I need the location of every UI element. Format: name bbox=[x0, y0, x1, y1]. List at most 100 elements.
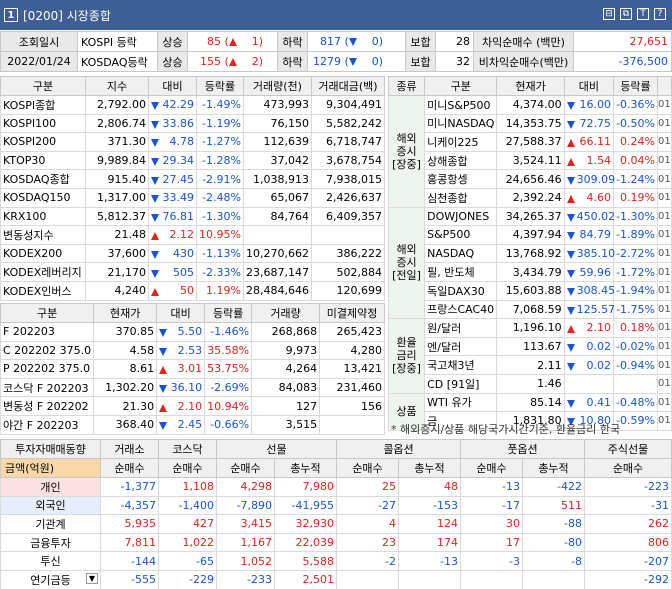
change-cell: 450.02 bbox=[563, 206, 615, 227]
investor-value: 5,588 bbox=[274, 551, 337, 571]
market-pct: -1.30% bbox=[613, 206, 658, 227]
col-header: 순매수 bbox=[336, 458, 399, 478]
table-row[interactable]: 기관계 5,935 427 3,415 32,930 4 124 30 -88 262 bbox=[0, 514, 672, 534]
investor-value: -3 bbox=[460, 551, 523, 571]
table-row[interactable]: 연기금등 ▼ -555 -229 -233 2,501 -292 bbox=[0, 569, 672, 589]
market-value: 1,196.10 bbox=[496, 318, 565, 338]
col-header: 투자자매매동향 bbox=[0, 439, 101, 459]
investor-value: -292 bbox=[584, 569, 672, 589]
col-header: 총누적 bbox=[522, 458, 585, 478]
edge-cell: 01 bbox=[657, 225, 672, 245]
table-row[interactable]: 환율 금리 [장중] 원/달러 1,196.10 2.10 0.18% 01 bbox=[387, 318, 672, 394]
change-cell: 84.79 bbox=[563, 225, 615, 245]
table-row[interactable]: 야간 F 202203 368.40 2.45 -0.66% 3,515 bbox=[0, 414, 385, 435]
future-oi: 231,460 bbox=[319, 377, 385, 398]
table-row[interactable]: S&P500 4,397.94 84.79 -1.89% 01 bbox=[389, 225, 672, 245]
table-row[interactable]: KODEX인버스 4,240 50 1.19% 28,484,646 120,699 bbox=[0, 280, 386, 301]
kosdaq-flat: 32 bbox=[435, 51, 474, 72]
table-row[interactable]: KOSPI200 371.30 4.78 -1.27% 112,639 6,718,747 bbox=[0, 132, 386, 152]
table-row[interactable]: 심천종합 2,392.24 4.60 0.19% 01 bbox=[389, 187, 672, 208]
table-row[interactable]: KRX100 5,812.37 76.81 -1.30% 84,764 6,409,357 bbox=[0, 206, 386, 227]
change-value: 309.09 bbox=[576, 172, 616, 186]
investor-value: -8 bbox=[522, 551, 585, 571]
future-pct: -0.66% bbox=[204, 414, 253, 435]
market-name: 원/달러 bbox=[424, 318, 498, 338]
index-pct: -1.19% bbox=[196, 113, 244, 134]
table-row[interactable]: 투신 -144 -65 1,052 5,588 -2 -13 -3 -8 -207 bbox=[0, 551, 672, 571]
investor-value: -88 bbox=[522, 514, 585, 534]
table-row[interactable]: C 202202 375.0 4.58 2.53 35.58% 9,973 4,280 bbox=[0, 340, 385, 361]
market-name: NASDAQ bbox=[424, 243, 498, 264]
future-oi bbox=[319, 414, 385, 435]
table-row[interactable]: 니케이225 27,588.37 66.11 0.24% 01 bbox=[389, 132, 672, 152]
down-label: 하락 bbox=[277, 31, 308, 52]
table-row[interactable]: KOSPI100 2,806.74 33.86 -1.19% 76,150 5,582,2… bbox=[0, 113, 386, 134]
investor-value: 23 bbox=[336, 532, 399, 553]
edge-cell: 01 bbox=[657, 206, 672, 227]
table-row[interactable]: 상품 WTI 유가 85.14 0.41 -0.48% 01 bbox=[387, 392, 672, 431]
market-value: 3,524.11 bbox=[496, 150, 565, 171]
table-row[interactable]: 변동성지수 21.48 2.12 10.95% bbox=[0, 225, 386, 245]
col-header: 구분 bbox=[0, 76, 86, 96]
edge-cell: 01 bbox=[657, 373, 672, 394]
table-row[interactable]: 상해종합 3,524.11 1.54 0.04% 01 bbox=[389, 150, 672, 171]
table-row[interactable]: 엔/달러 113.67 0.02 -0.02% 01 bbox=[389, 336, 672, 357]
investor-value bbox=[336, 569, 399, 589]
table-row[interactable]: KODEX200 37,600 430 -1.13% 10,270,662 386,222 bbox=[0, 243, 386, 264]
market-value: 34,265.37 bbox=[496, 206, 565, 227]
change-value: 50 bbox=[180, 284, 194, 298]
table-row[interactable]: 프랑스CAC40 7,068.59 125.57 -1.75% 01 bbox=[389, 299, 672, 320]
market-pct: -0.02% bbox=[613, 336, 658, 357]
arrow-up-icon bbox=[566, 195, 575, 204]
table-row[interactable]: 개인 -1,377 1,108 4,298 7,980 25 48 -13 -422 -223 bbox=[0, 477, 672, 497]
table-row[interactable]: 필, 반도체 3,434.79 59.96 -1.72% 01 bbox=[389, 262, 672, 282]
table-row[interactable]: KODEX레버리지 21,170 505 -2.33% 23,687,147 502,88… bbox=[0, 262, 386, 282]
dropdown-icon[interactable]: ▼ bbox=[85, 572, 98, 584]
investor-value: -41,955 bbox=[274, 495, 337, 516]
table-row[interactable]: F 202203 370.85 5.50 -1.46% 268,868 265,423 bbox=[0, 322, 385, 342]
table-row[interactable]: 해외 증시 [전일] DOWJONES 34,265.37 450.02 -1.30% 0… bbox=[387, 206, 672, 320]
change-value: 66.11 bbox=[579, 135, 612, 149]
col-header: 순매수 bbox=[460, 458, 523, 478]
future-volume: 84,083 bbox=[251, 377, 321, 398]
table-row[interactable]: CD [91일] 1.46 01 bbox=[389, 373, 672, 394]
help-icon[interactable]: ? bbox=[654, 8, 666, 20]
table-row[interactable]: 해외 증시 [장중] 미니S&P500 4,374.00 16.00 -0.36% 01 bbox=[387, 95, 672, 208]
market-value: 113.67 bbox=[496, 336, 565, 357]
text-icon[interactable]: T bbox=[637, 8, 649, 20]
change-value: 4.60 bbox=[586, 191, 612, 205]
table-row[interactable]: 홍콩항셍 24,656.46 309.09 -1.24% 01 bbox=[389, 169, 672, 189]
investor-value: 1,022 bbox=[158, 532, 217, 553]
arrow-down-icon bbox=[159, 329, 168, 338]
table-row[interactable]: KOSPI종합 2,792.00 42.29 -1.49% 473,993 9,304,4… bbox=[0, 95, 386, 115]
link-icon[interactable]: ⊟ bbox=[603, 8, 615, 20]
table-row[interactable]: 독일DAX30 15,603.88 308.45 -1.94% 01 bbox=[389, 280, 672, 301]
table-row[interactable]: P 202202 375.0 8.61 3.01 53.75% 4,264 13,421 bbox=[0, 359, 385, 379]
table-row[interactable]: NASDAQ 13,768.92 385.10 -2.72% 01 bbox=[389, 243, 672, 264]
index-volume: 65,067 bbox=[242, 187, 312, 208]
table-row[interactable]: KOSDAQ150 1,317.00 33.49 -2.48% 65,067 2,426,… bbox=[0, 187, 386, 208]
future-value: 370.85 bbox=[93, 322, 158, 342]
market-value: 4,397.94 bbox=[496, 225, 565, 245]
change-value: 84.79 bbox=[579, 228, 612, 242]
table-row[interactable]: 코스닥 F 202203 1,302.20 36.10 -2.69% 84,083 231… bbox=[0, 377, 385, 398]
copy-icon[interactable]: ⧉ bbox=[620, 8, 632, 20]
table-row[interactable]: KOSDAQ종합 915.40 27.45 -2.91% 1,038,913 7,938,… bbox=[0, 169, 386, 189]
index-name: KOSPI200 bbox=[0, 132, 86, 152]
index-value: 9,989.84 bbox=[85, 150, 149, 171]
table-row[interactable]: 국고채3년 2.11 0.02 -0.94% 01 bbox=[389, 355, 672, 375]
kospi-up: 85 (1) bbox=[187, 31, 278, 52]
future-name: C 202202 375.0 bbox=[0, 340, 95, 361]
table-row[interactable]: 금융투자 7,811 1,022 1,167 22,039 23 174 17 -80 806 bbox=[0, 532, 672, 553]
index-name: KOSDAQ150 bbox=[0, 187, 86, 208]
arrow-up-icon bbox=[159, 403, 168, 412]
table-row[interactable]: 변동성 F 202202 21.30 2.10 10.94% 127 156 bbox=[0, 396, 385, 416]
future-volume: 3,515 bbox=[251, 414, 321, 435]
index-volume: 23,687,147 bbox=[242, 262, 312, 282]
table-row[interactable]: KTOP30 9,989.84 29.34 -1.28% 37,042 3,678,754 bbox=[0, 150, 386, 171]
index-pct: -1.13% bbox=[196, 243, 244, 264]
title-icons: ⊟ ⧉ T ? bbox=[603, 8, 666, 20]
table-row[interactable]: 미니NASDAQ 14,353.75 72.75 -0.50% 01 bbox=[389, 113, 672, 134]
change-cell: 5.50 bbox=[156, 322, 206, 342]
table-row[interactable]: 외국인 -4,357 -1,400 -7,890 -41,955 -27 -153 -17 51… bbox=[0, 495, 672, 516]
